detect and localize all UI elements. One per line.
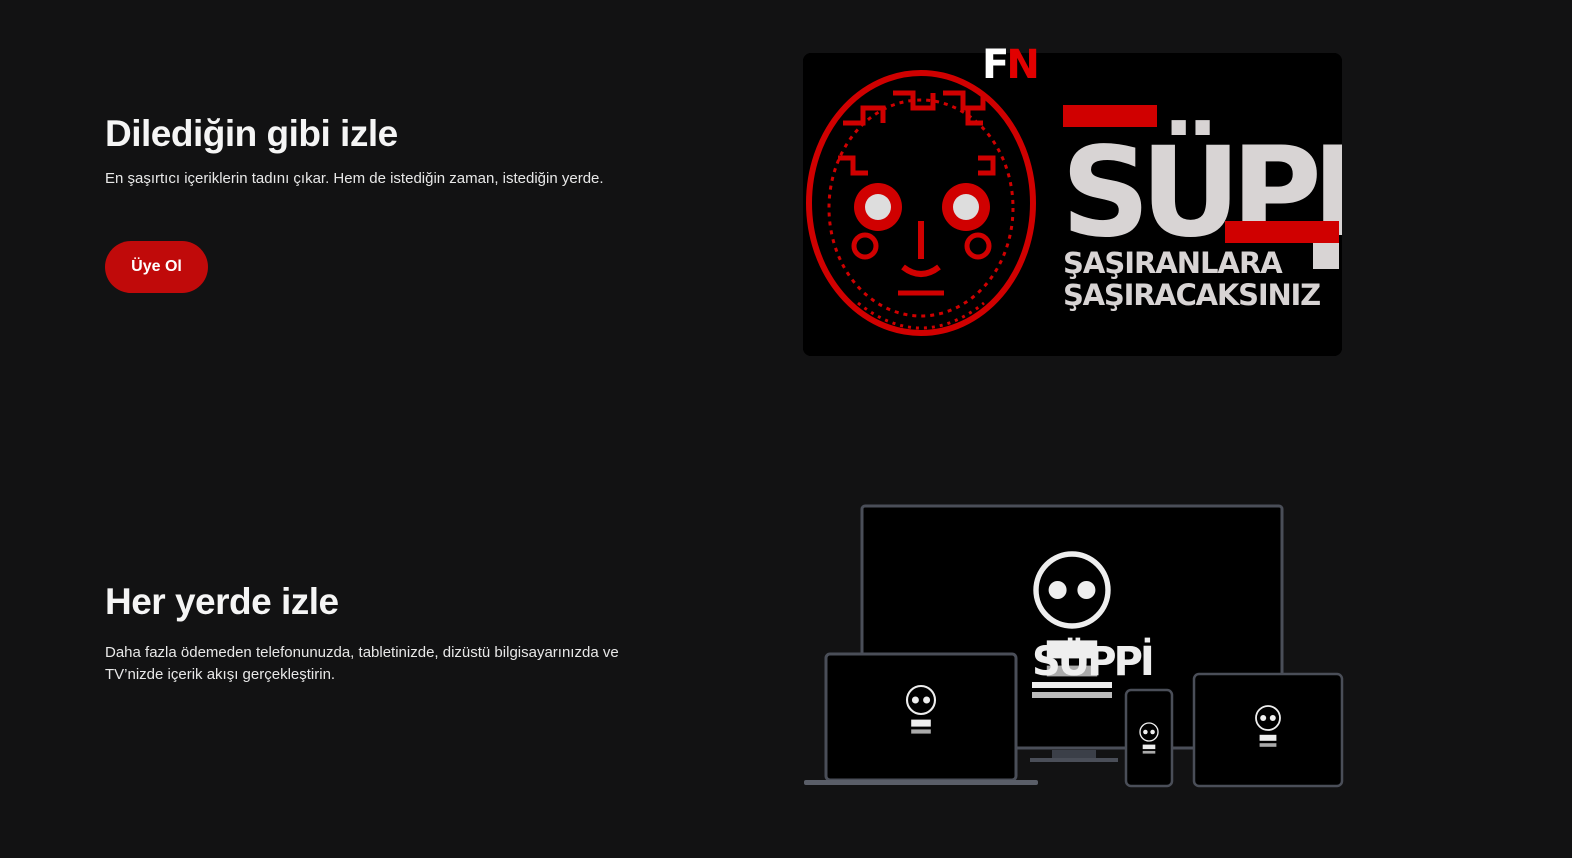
promo-title: SÜPPİ — [1061, 119, 1342, 265]
tablet-device — [1194, 674, 1342, 786]
section-2-text: Her yerde izle Daha fazla ödemeden telef… — [105, 580, 705, 686]
title-bar-bottom — [1225, 221, 1339, 243]
svg-text:SÜPPİ: SÜPPİ — [1032, 637, 1152, 685]
suppi-mask-art: SÜPPİ ŞAŞIRANLARA ŞAŞIRACAKSINIZ — [803, 53, 1342, 356]
suppi-promo-banner: SÜPPİ ŞAŞIRANLARA ŞAŞIRACAKSINIZ — [803, 53, 1342, 356]
promo-tagline-2: ŞAŞIRACAKSINIZ — [1063, 278, 1320, 312]
phone-device — [1126, 690, 1172, 786]
sign-up-button[interactable]: Üye Ol — [105, 241, 208, 293]
devices-illustration: SÜPPİ — [790, 500, 1360, 800]
landing-page: Dilediğin gibi izle En şaşırtıcı içerikl… — [0, 0, 1572, 858]
fn-brand-logo: FN — [982, 44, 1037, 86]
promo-tagline-1: ŞAŞIRANLARA — [1063, 246, 1283, 280]
section-1-text: Dilediğin gibi izle En şaşırtıcı içerikl… — [105, 112, 705, 190]
watch-everywhere-section: Her yerde izle Daha fazla ödemeden telef… — [0, 420, 1572, 858]
devices-svg: SÜPPİ — [790, 500, 1360, 800]
section-2-description: Daha fazla ödemeden telefonunuzda, table… — [105, 642, 675, 686]
section-1-description: En şaşırtıcı içeriklerin tadını çıkar. H… — [105, 168, 705, 190]
title-block-square — [1313, 243, 1339, 269]
laptop-device — [804, 654, 1038, 785]
section-2-heading: Her yerde izle — [105, 580, 705, 624]
section-1-heading: Dilediğin gibi izle — [105, 112, 705, 156]
